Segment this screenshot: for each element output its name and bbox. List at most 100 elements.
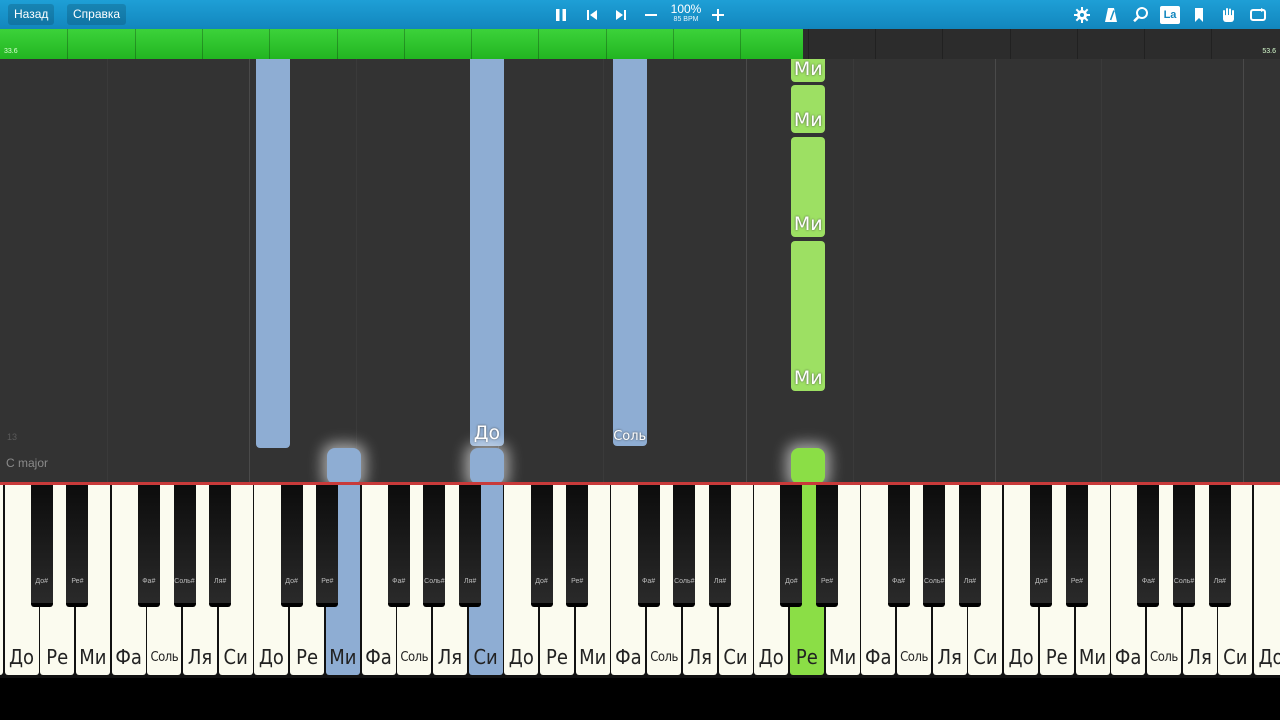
black-key[interactable]: Ля# (459, 485, 482, 607)
bpm-readout: 85 BPM (673, 16, 699, 23)
black-key-label: Ля# (214, 578, 227, 585)
key-signature: C major (6, 456, 49, 470)
black-key-label: До# (285, 578, 298, 585)
white-key[interactable]: До (1254, 485, 1280, 675)
bottom-bar (0, 678, 1280, 720)
black-key[interactable]: Ре# (316, 485, 339, 607)
toolbar: Назад Справка 100% 85 BPM La (0, 0, 1280, 29)
progress-bar[interactable]: 33.6 53.6 (0, 29, 1280, 59)
progress-time-right: 53.6 (1262, 48, 1276, 55)
black-key[interactable]: Фа# (137, 485, 160, 607)
measure-line (853, 59, 854, 482)
black-key[interactable]: Ля# (1208, 485, 1231, 607)
metronome-icon[interactable] (1099, 3, 1123, 26)
progress-tick (874, 29, 876, 59)
black-key-label: Фа# (891, 578, 906, 585)
skip-forward-icon[interactable] (609, 3, 633, 26)
skip-back-icon[interactable] (580, 3, 604, 26)
progress-tick (403, 29, 405, 59)
falling-note: Ми (791, 85, 826, 134)
falling-note: Соль (612, 59, 647, 447)
hit-glow (327, 448, 361, 482)
measure-line (356, 59, 357, 482)
black-key[interactable]: Ре# (66, 485, 89, 607)
black-key[interactable]: Соль# (173, 485, 196, 607)
black-key[interactable]: Фа# (1137, 485, 1160, 607)
progress-tick (740, 29, 742, 59)
falling-note-label: Ми (793, 367, 823, 390)
white-key-label: До (1258, 645, 1280, 669)
minus-icon[interactable] (639, 3, 663, 26)
black-key[interactable]: Соль# (1173, 485, 1196, 607)
black-key[interactable]: До# (280, 485, 303, 607)
measure-line (995, 59, 996, 482)
black-key[interactable]: До# (530, 485, 553, 607)
measure-line (1101, 59, 1102, 482)
black-key-label: Ре# (321, 578, 334, 585)
progress-tick (269, 29, 271, 59)
progress-tick (1076, 29, 1078, 59)
black-key[interactable]: Соль# (423, 485, 446, 607)
speed-display: 100% 85 BPM (666, 3, 706, 24)
black-key[interactable]: Фа# (387, 485, 410, 607)
back-button[interactable]: Назад (8, 4, 55, 25)
black-key-label: Соль# (1173, 578, 1195, 585)
falling-note-label: Ми (793, 212, 823, 235)
falling-note: До (470, 59, 504, 447)
progress-tick (1211, 29, 1213, 59)
plus-icon[interactable] (706, 3, 730, 26)
note-roll[interactable]: До Соль Ми Ми Ми Ми 13 C major (0, 59, 1280, 482)
progress-tick (336, 29, 338, 59)
black-key[interactable]: Ре# (816, 485, 839, 607)
black-key-label: Ре# (1070, 578, 1084, 585)
black-key-label: Ре# (71, 578, 84, 585)
black-key[interactable]: Фа# (887, 485, 910, 607)
measure-line (746, 59, 747, 482)
pause-icon[interactable] (549, 3, 573, 26)
black-key[interactable]: До# (780, 485, 803, 607)
black-key[interactable]: Ля# (958, 485, 981, 607)
measure-line (107, 59, 108, 482)
progress-tick (67, 29, 69, 59)
black-key[interactable]: Ре# (566, 485, 589, 607)
falling-note: Ми (791, 59, 826, 83)
progress-tick (1009, 29, 1011, 59)
black-key[interactable]: Соль# (923, 485, 946, 607)
la-toggle-icon[interactable]: La (1158, 3, 1182, 26)
la-label: La (1160, 5, 1180, 24)
hit-glow (470, 448, 504, 482)
speed-percent: 100% (670, 2, 702, 16)
black-key[interactable]: Ля# (709, 485, 731, 607)
magnifier-icon[interactable] (1128, 3, 1152, 26)
falling-note-label: Ми (793, 59, 823, 81)
black-key-label: Соль# (424, 578, 445, 585)
black-key[interactable]: Ре# (1066, 485, 1088, 607)
black-key-label: До# (785, 578, 798, 585)
progress-tick (538, 29, 540, 59)
black-key-label: Ля# (1213, 578, 1226, 585)
bookmark-icon[interactable] (1187, 3, 1211, 26)
loop-icon[interactable] (1246, 3, 1270, 26)
black-key[interactable]: Фа# (637, 485, 660, 607)
hand-icon[interactable] (1216, 3, 1240, 26)
black-key-label: Фа# (1141, 578, 1155, 585)
black-key[interactable]: Соль# (673, 485, 696, 607)
falling-note-label: До (473, 422, 501, 445)
black-key-label: Соль# (923, 578, 945, 585)
black-key[interactable]: Ля# (209, 485, 232, 607)
help-button[interactable]: Справка (67, 4, 127, 25)
black-key[interactable]: До# (1030, 485, 1053, 607)
measure-number: 13 (7, 432, 18, 442)
black-key-label: Ля# (713, 578, 727, 585)
black-key-label: Ре# (821, 578, 834, 585)
progress-tick (605, 29, 607, 59)
progress-time-left: 33.6 (4, 48, 18, 55)
piano-keyboard[interactable]: СиДоРеМиФаСольЛяСиДоРеМиФаСольЛяСиДоРеМи… (0, 485, 1280, 678)
progress-tick (471, 29, 473, 59)
black-key-label: Фа# (642, 578, 656, 585)
black-key-label: Ля# (463, 578, 477, 585)
black-key[interactable]: До# (30, 485, 53, 607)
progress-tick (673, 29, 674, 59)
falling-note: Ми (791, 137, 826, 237)
gear-icon[interactable] (1070, 3, 1094, 26)
